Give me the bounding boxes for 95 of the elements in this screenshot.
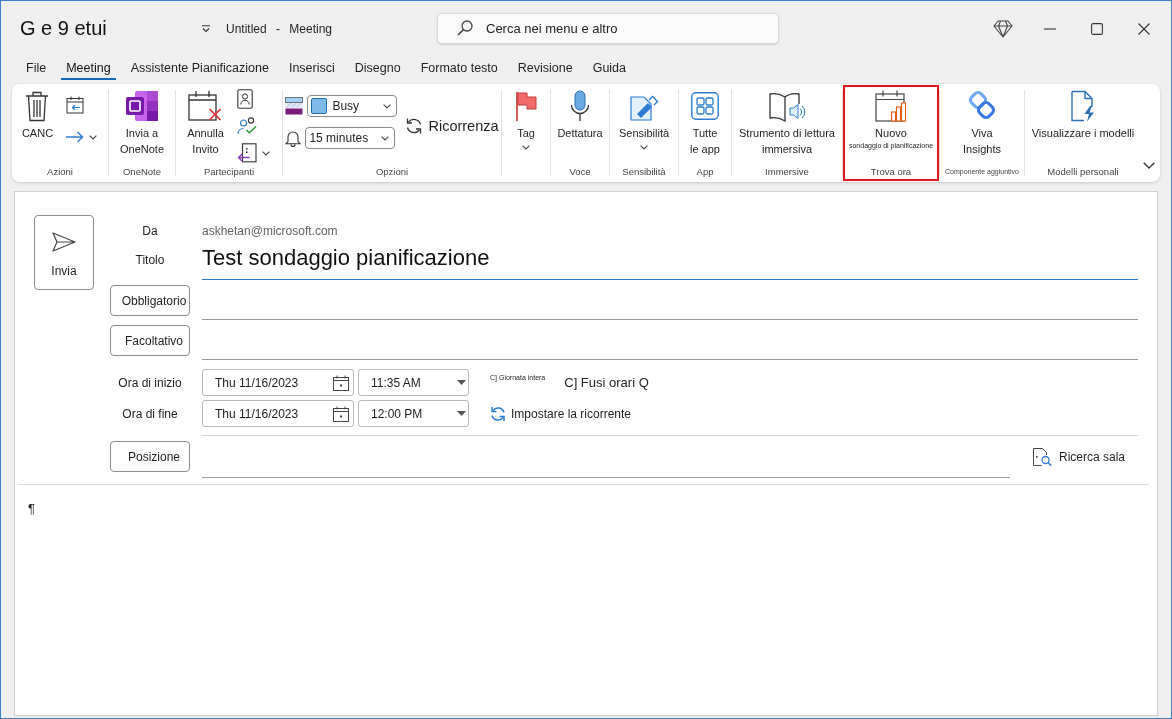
bell-icon — [285, 129, 302, 147]
document-arrow-icon — [236, 143, 257, 163]
reminder-dropdown[interactable]: 15 minutes — [305, 127, 396, 149]
app-grid-icon — [691, 92, 719, 120]
recurrence-icon — [405, 117, 424, 135]
menu-tab[interactable]: Inserisci — [283, 58, 340, 80]
menu-tab[interactable]: Formato testo — [415, 58, 503, 80]
group-label: Modelli personali — [1046, 165, 1120, 179]
maximize-icon — [1090, 22, 1103, 35]
book-speaker-icon — [769, 90, 805, 122]
caret-down-icon — [457, 380, 466, 385]
dropdown-bar-icon — [201, 24, 211, 33]
minimize-icon — [1043, 27, 1056, 30]
chevron-down-icon — [381, 135, 390, 141]
recurrence-link[interactable]: Impostare la ricorrente — [490, 405, 632, 422]
delete-button[interactable]: CANC — [20, 87, 55, 141]
menu-tab[interactable]: Guida — [587, 58, 631, 80]
caret-down-icon — [457, 411, 466, 416]
all-apps-button[interactable]: Tutte le app — [689, 87, 721, 157]
calendar-chart-icon — [875, 90, 907, 122]
status-stripes-icon — [285, 97, 304, 115]
close-icon — [1137, 22, 1150, 35]
group-label: Immersive — [764, 165, 810, 179]
message-body-field[interactable]: ¶ — [15, 485, 1157, 715]
chevron-down-icon — [1143, 161, 1155, 169]
calendar-cross-icon — [188, 90, 223, 122]
trash-icon — [24, 90, 51, 122]
field-label: Titolo — [134, 252, 166, 269]
group-label: Sensibilità — [621, 165, 667, 179]
viva-insights-button[interactable]: Viva Insights — [962, 87, 1002, 157]
group-label: Opzioni — [374, 165, 410, 179]
document-search-icon — [1032, 447, 1052, 467]
document-lightning-icon — [1070, 90, 1096, 122]
room-finder-button[interactable]: Ricerca sala — [1032, 447, 1126, 467]
menu-tab[interactable]: File — [21, 58, 52, 80]
end-date-field[interactable]: Thu 11/16/2023 — [202, 400, 354, 427]
calendar-icon — [333, 405, 349, 422]
chevron-down-icon — [383, 103, 392, 109]
group-label: App — [695, 165, 715, 179]
search-field[interactable]: Cerca nei menu e altro — [437, 13, 779, 44]
calendar-action-button[interactable] — [64, 94, 87, 116]
sender-address: askhetan@microsoft.com — [202, 223, 339, 240]
diamond-icon — [992, 19, 1013, 38]
menu-tab[interactable]: Revisione — [512, 58, 578, 80]
recurrence-button[interactable]: Ricorrenza — [405, 117, 499, 135]
cancel-invitation-button[interactable]: Annulla Invito — [186, 87, 225, 157]
field-label: Da — [141, 223, 159, 240]
calendar-icon — [333, 374, 349, 391]
start-date-field[interactable]: Thu 11/16/2023 — [202, 369, 354, 396]
end-time-dropdown[interactable]: 12:00 PM — [358, 400, 469, 427]
immersive-reader-button[interactable]: Strumento di lettura immersiva — [738, 87, 836, 157]
dictate-button[interactable]: Dettatura — [556, 87, 604, 141]
address-book-button[interactable] — [234, 88, 255, 110]
swatch-icon — [311, 98, 328, 114]
tag-button[interactable]: Tag — [514, 87, 538, 150]
view-templates-button[interactable]: Visualizzare i modelli — [1030, 87, 1136, 141]
people-check-icon — [236, 117, 257, 135]
show-as-dropdown[interactable]: Busy — [307, 95, 398, 117]
field-label: Ora di inizio — [117, 374, 183, 392]
required-attendees-button[interactable]: Obbligatorio — [110, 285, 190, 316]
location-button[interactable]: Posizione — [110, 441, 190, 472]
time-zones-label: C] Fusi orari Q — [564, 375, 649, 390]
search-icon — [457, 20, 473, 36]
menu-tab[interactable]: Assistente Pianificazione — [125, 58, 274, 80]
chain-link-icon — [966, 90, 998, 122]
group-label: Voce — [568, 165, 592, 179]
menu-tab[interactable]: Meeting — [61, 58, 116, 80]
quick-access-button[interactable] — [200, 23, 212, 34]
chevron-down-icon — [640, 145, 648, 150]
group-label: Partecipanti — [202, 165, 256, 179]
contact-card-icon — [236, 89, 253, 109]
paper-plane-icon — [52, 232, 76, 252]
group-label: OneNote — [122, 165, 162, 179]
group-label: Azioni — [46, 165, 74, 179]
subject-field[interactable]: Test sondaggio pianificazione — [202, 240, 1138, 280]
document-title: Untitled - Meeting — [226, 21, 333, 36]
microphone-icon — [570, 90, 590, 122]
flag-icon — [515, 91, 537, 121]
chevron-down-icon — [261, 150, 270, 156]
send-button[interactable]: Invia — [34, 215, 94, 290]
sensitivity-button[interactable]: Sensibilità — [617, 87, 671, 150]
menu-tab[interactable]: Disegno — [349, 58, 406, 80]
field-label: Ora di fine — [121, 405, 179, 423]
optional-attendees-button[interactable]: Facoltativo — [110, 325, 190, 356]
app-title: G e 9 etui — [20, 17, 107, 40]
send-to-onenote-button[interactable]: Invia a OneNote — [119, 87, 165, 157]
app-tile-icon — [125, 90, 159, 122]
collapse-ribbon-button[interactable] — [1142, 160, 1156, 170]
response-options-button[interactable] — [234, 115, 259, 137]
recurrence-icon — [490, 405, 506, 422]
start-time-dropdown[interactable]: 11:35 AM — [358, 369, 469, 396]
chevron-down-icon — [89, 134, 98, 140]
chevron-down-icon — [522, 145, 530, 150]
arrow-right-icon — [66, 131, 85, 143]
group-label: Trova ora — [869, 165, 913, 179]
